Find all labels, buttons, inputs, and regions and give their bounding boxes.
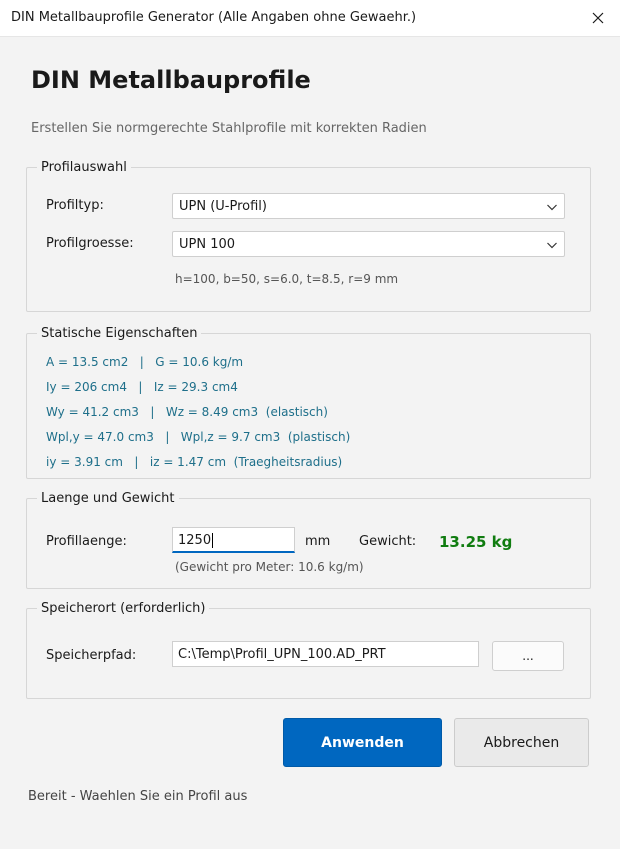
apply-label: Anwenden	[321, 734, 404, 751]
path-input[interactable]: C:\Temp\Profil_UPN_100.AD_PRT	[172, 641, 479, 667]
close-icon	[592, 12, 604, 24]
property-line: Iy = 206 cm4 | Iz = 29.3 cm4	[46, 380, 238, 394]
length-label: Profillaenge:	[46, 534, 127, 549]
path-label: Speicherpfad:	[46, 648, 137, 663]
weight-value: 13.25 kg	[439, 533, 513, 551]
profile-size-select[interactable]: UPN 100	[172, 231, 565, 257]
window-title: DIN Metallbauprofile Generator (Alle Ang…	[11, 10, 417, 25]
static-properties-legend: Statische Eigenschaften	[41, 326, 198, 341]
property-line: A = 13.5 cm2 | G = 10.6 kg/m	[46, 355, 244, 369]
length-value: 1250	[178, 533, 212, 548]
profile-size-label: Profilgroesse:	[46, 236, 134, 251]
page-heading: DIN Metallbauprofile	[31, 66, 311, 94]
status-text: Bereit - Waehlen Sie ein Profil aus	[28, 789, 248, 804]
weight-note: (Gewicht pro Meter: 10.6 kg/m)	[175, 560, 364, 574]
text-caret	[212, 533, 214, 548]
weight-label: Gewicht:	[359, 534, 417, 549]
profile-type-value: UPN (U-Profil)	[179, 199, 267, 214]
property-line: Wpl,y = 47.0 cm3 | Wpl,z = 9.7 cm3 (plas…	[46, 430, 351, 444]
profile-type-select[interactable]: UPN (U-Profil)	[172, 193, 565, 219]
length-weight-legend: Laenge und Gewicht	[41, 491, 175, 506]
profile-selection-legend: Profilauswahl	[41, 160, 127, 175]
chevron-down-icon	[547, 242, 557, 249]
profile-size-value: UPN 100	[179, 237, 236, 252]
close-button[interactable]	[586, 6, 610, 30]
chevron-down-icon	[547, 204, 557, 211]
path-value: C:\Temp\Profil_UPN_100.AD_PRT	[178, 647, 386, 662]
length-input[interactable]: 1250	[172, 527, 295, 553]
length-unit: mm	[305, 534, 331, 549]
browse-button[interactable]: ...	[492, 641, 564, 671]
page-subtitle: Erstellen Sie normgerechte Stahlprofile …	[31, 121, 427, 136]
cancel-button[interactable]: Abbrechen	[454, 718, 589, 767]
storage-legend: Speicherort (erforderlich)	[41, 601, 206, 616]
apply-button[interactable]: Anwenden	[283, 718, 442, 767]
cancel-label: Abbrechen	[483, 734, 560, 751]
profile-dimensions: h=100, b=50, s=6.0, t=8.5, r=9 mm	[175, 272, 399, 286]
browse-label: ...	[522, 649, 534, 663]
property-line: iy = 3.91 cm | iz = 1.47 cm (Traegheitsr…	[46, 455, 343, 469]
property-line: Wy = 41.2 cm3 | Wz = 8.49 cm3 (elastisch…	[46, 405, 328, 419]
title-bar: DIN Metallbauprofile Generator (Alle Ang…	[0, 0, 620, 37]
profile-type-label: Profiltyp:	[46, 198, 104, 213]
